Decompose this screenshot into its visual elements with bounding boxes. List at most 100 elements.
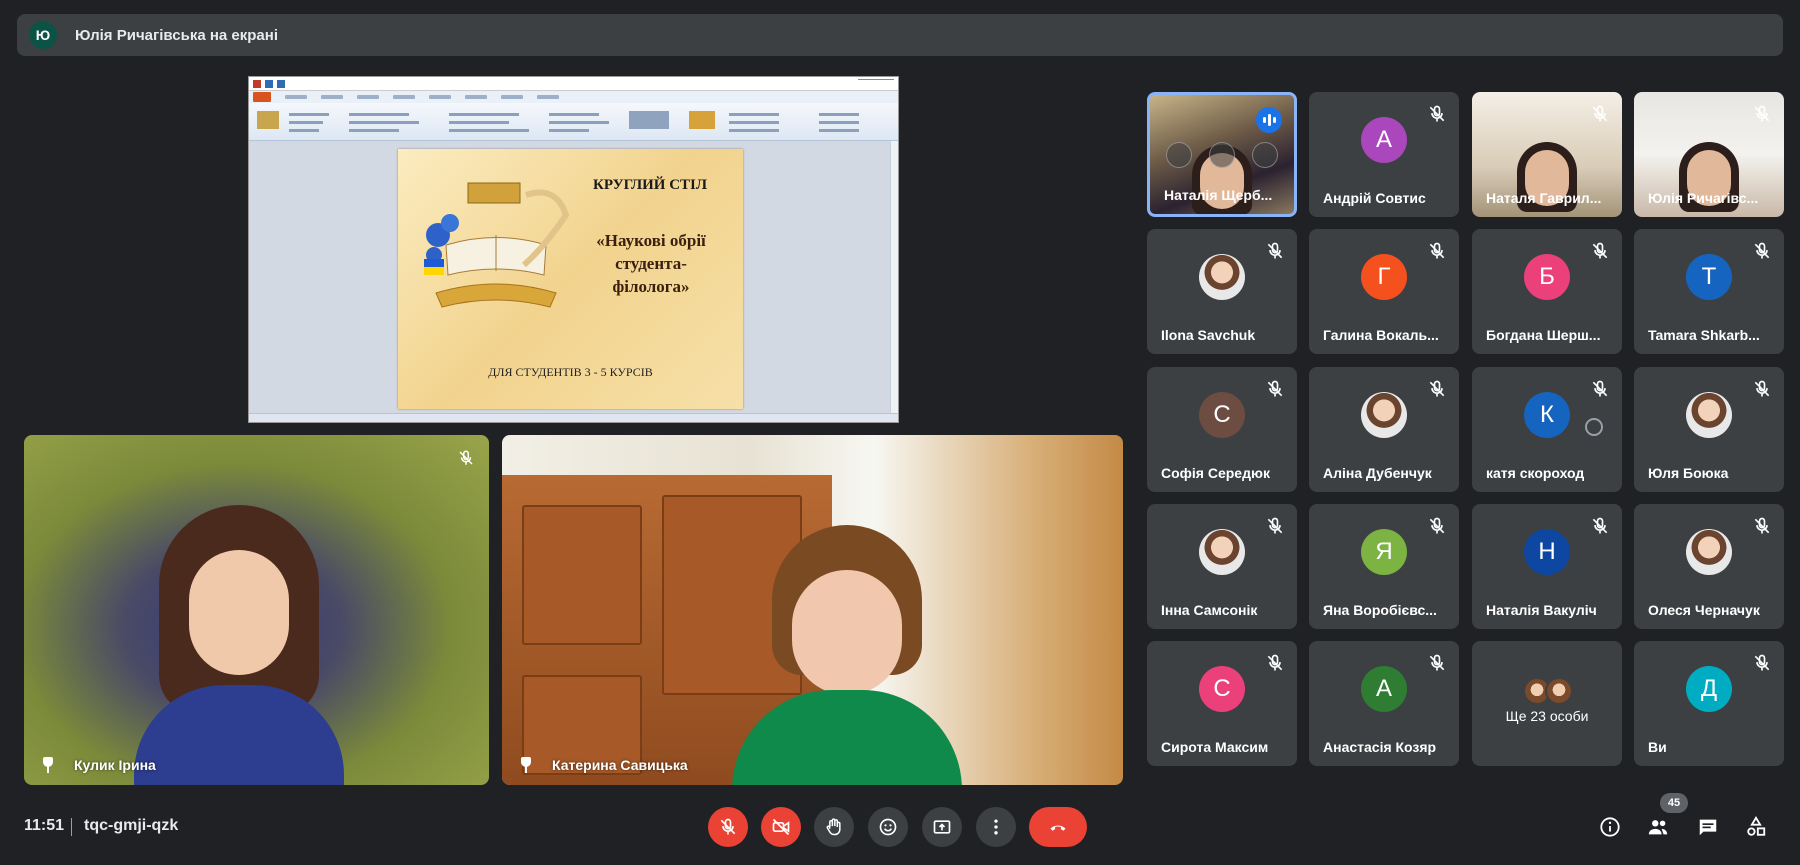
participant-tile[interactable]: Інна Самсонік: [1147, 504, 1297, 629]
avatar: Д: [1686, 666, 1732, 712]
meeting-code[interactable]: tqc-gmji-qzk: [84, 817, 178, 835]
meeting-details-button[interactable]: [1592, 809, 1628, 845]
mic-off-icon: [1427, 516, 1447, 536]
avatar: [1686, 392, 1732, 438]
activities-icon: [1747, 816, 1766, 836]
participant-tile[interactable]: Д Ви: [1634, 641, 1784, 766]
mic-off-icon: [1265, 379, 1285, 399]
people-button[interactable]: [1640, 809, 1676, 845]
participant-tile[interactable]: С Софія Середюк: [1147, 367, 1297, 492]
participant-name: Юля Боюка: [1648, 465, 1729, 481]
slide-title: КРУГЛИЙ СТІЛ: [593, 177, 708, 193]
participant-tile[interactable]: Г Галина Вокаль...: [1309, 229, 1459, 354]
leave-call-button[interactable]: [1029, 807, 1087, 847]
pin-icon[interactable]: [520, 757, 532, 773]
reactions-button[interactable]: [868, 807, 908, 847]
participant-tile[interactable]: Юля Боюка: [1634, 367, 1784, 492]
participant-tile[interactable]: Наталя Гаврил...: [1472, 92, 1622, 217]
mic-off-icon: [1427, 241, 1447, 261]
present-screen-button[interactable]: [922, 807, 962, 847]
participant-name: Олеся Черначук: [1648, 602, 1760, 618]
participant-tile[interactable]: Наталія Щерб...: [1147, 92, 1297, 217]
powerpoint-tabs: [249, 91, 898, 103]
video-tile-kateryna-savytska[interactable]: Катерина Савицька: [502, 435, 1123, 785]
university-emblem: [424, 182, 570, 308]
participant-name: Анастасія Козяр: [1323, 739, 1437, 755]
powerpoint-statusbar: [249, 413, 898, 422]
raise-hand-button[interactable]: [814, 807, 854, 847]
activities-button[interactable]: [1738, 809, 1774, 845]
slide-footer: ДЛЯ СТУДЕНТІВ 3 - 5 КУРСІВ: [488, 365, 653, 379]
more-options-button[interactable]: [976, 807, 1016, 847]
participant-tile[interactable]: Аліна Дубенчук: [1309, 367, 1459, 492]
avatar: [1686, 529, 1732, 575]
avatar: Б: [1524, 254, 1570, 300]
emoji-icon: [879, 818, 897, 836]
avatar: Н: [1524, 529, 1570, 575]
chat-button[interactable]: [1690, 809, 1726, 845]
participant-tile[interactable]: Н Наталія Вакуліч: [1472, 504, 1622, 629]
shared-screen[interactable]: КРУГЛИЙ СТІЛ «Наукові обрії студента-філ…: [248, 76, 899, 423]
mute-icon[interactable]: [1208, 142, 1235, 168]
hang-up-icon: [1050, 825, 1066, 831]
tile-hover-controls[interactable]: [1158, 141, 1286, 169]
info-icon: [1600, 817, 1620, 837]
people-icon: [1648, 820, 1668, 835]
mic-off-icon: [1427, 104, 1447, 124]
pin-icon[interactable]: [42, 757, 54, 773]
more-vert-icon: [994, 819, 998, 835]
participant-name: Софія Середюк: [1161, 465, 1270, 481]
participant-name: Яна Воробієвс...: [1323, 602, 1437, 618]
hand-icon: [826, 818, 841, 836]
participant-name: Юлія Ричагівс...: [1648, 190, 1759, 206]
bottom-toolbar: 11:51 tqc-gmji-qzk 45: [0, 793, 1800, 865]
pin-icon[interactable]: [1166, 142, 1193, 168]
camera-toggle-button[interactable]: [761, 807, 801, 847]
avatar: T: [1686, 254, 1732, 300]
participant-name: Богдана Шерш...: [1486, 327, 1601, 343]
participant-name: катя скороход: [1486, 465, 1585, 481]
mic-off-icon: [1265, 653, 1285, 673]
participant-name: Наталія Вакуліч: [1486, 602, 1597, 618]
participant-tile[interactable]: С Сирота Максим: [1147, 641, 1297, 766]
participant-tile[interactable]: Ilona Savchuk: [1147, 229, 1297, 354]
people-count-badge: 45: [1660, 793, 1688, 813]
participant-name: Ще 23 особи: [1505, 708, 1589, 724]
participant-name: Інна Самсонік: [1161, 602, 1258, 618]
mic-off-icon: [1427, 653, 1447, 673]
participant-name: Андрій Совтис: [1323, 190, 1426, 206]
participant-tile[interactable]: Б Богдана Шерш...: [1472, 229, 1622, 354]
mic-off-icon: [1590, 516, 1610, 536]
pin-icon[interactable]: [1491, 414, 1517, 440]
participant-tile[interactable]: T Tamara Shkarb...: [1634, 229, 1784, 354]
mic-toggle-button[interactable]: [708, 807, 748, 847]
presenter-avatar: Ю: [29, 21, 57, 49]
remove-icon[interactable]: [1585, 418, 1604, 436]
participant-tile[interactable]: Ще 23 особи: [1472, 641, 1622, 766]
speaking-indicator-icon: [1256, 107, 1282, 133]
participant-name: Аліна Дубенчук: [1323, 465, 1432, 481]
more-participants-avatars: [1517, 677, 1577, 707]
participant-video: [134, 505, 344, 785]
powerpoint-ribbon: [249, 103, 898, 141]
avatar: С: [1199, 666, 1245, 712]
video-tile-kulyk-iryna[interactable]: Кулик Ірина: [24, 435, 489, 785]
participant-tile[interactable]: А Андрій Совтис: [1309, 92, 1459, 217]
participant-tile[interactable]: Юлія Ричагівс...: [1634, 92, 1784, 217]
avatar: [1199, 254, 1245, 300]
participant-name: Ilona Savchuk: [1161, 327, 1256, 343]
participant-tile[interactable]: Ккатя скороход: [1472, 367, 1622, 492]
mic-off-icon: [1752, 104, 1772, 124]
vertical-scrollbar[interactable]: [890, 141, 898, 413]
participant-tile[interactable]: Я Яна Воробієвс...: [1309, 504, 1459, 629]
presenting-text: Юлія Ричагівська на екрані: [75, 26, 278, 44]
participant-tile[interactable]: Олеся Черначук: [1634, 504, 1784, 629]
mic-off-icon: [1590, 379, 1610, 399]
chat-icon: [1699, 819, 1717, 836]
mic-off-icon: [1752, 241, 1772, 261]
divider: [71, 818, 72, 836]
avatar: [1199, 529, 1245, 575]
mic-off-icon: [1265, 241, 1285, 261]
remove-icon[interactable]: [1251, 142, 1278, 168]
participant-tile[interactable]: А Анастасія Козяр: [1309, 641, 1459, 766]
